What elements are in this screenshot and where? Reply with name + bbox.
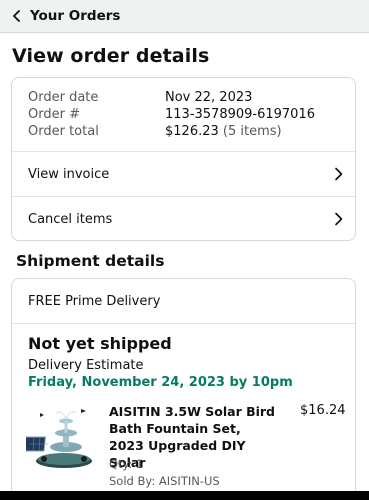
order-date-label: Order date bbox=[28, 90, 99, 105]
order-info: Order date Nov 22, 2023 Order # 113-3578… bbox=[12, 78, 355, 152]
chevron-right-icon bbox=[335, 212, 343, 226]
product-quantity: Qty: 1 bbox=[109, 457, 144, 471]
shipment-card: FREE Prime Delivery Not yet shipped Deli… bbox=[11, 278, 356, 500]
order-date-value: Nov 22, 2023 bbox=[165, 90, 253, 105]
solar-fountain-product-image[interactable] bbox=[26, 403, 96, 471]
order-number-value: 113-3578909-6197016 bbox=[165, 107, 315, 122]
order-total-label: Order total bbox=[28, 124, 99, 139]
order-summary-card: Order date Nov 22, 2023 Order # 113-3578… bbox=[11, 77, 356, 241]
order-total-value-group: $126.23 (5 items) bbox=[165, 123, 282, 140]
page-title: View order details bbox=[12, 45, 210, 67]
delivery-type-label: FREE Prime Delivery bbox=[28, 293, 161, 309]
chevron-left-icon bbox=[13, 10, 20, 22]
order-total-value: $126.23 bbox=[165, 124, 219, 139]
back-to-orders-button[interactable]: Your Orders bbox=[0, 0, 120, 32]
delivery-estimate-label: Delivery Estimate bbox=[28, 358, 144, 373]
view-invoice-label: View invoice bbox=[28, 166, 110, 182]
order-item-count: (5 items) bbox=[222, 124, 282, 139]
page: Your Orders View order details Order dat… bbox=[0, 0, 369, 500]
shipment-section-title: Shipment details bbox=[16, 252, 165, 270]
shipment-status: Not yet shipped bbox=[28, 334, 172, 353]
product-price: $16.24 bbox=[300, 403, 346, 418]
back-button-label: Your Orders bbox=[30, 8, 121, 24]
cancel-items-row[interactable]: Cancel items bbox=[12, 197, 355, 240]
bottom-system-bar bbox=[0, 491, 369, 500]
cancel-items-label: Cancel items bbox=[28, 211, 113, 227]
delivery-type-header: FREE Prime Delivery bbox=[12, 279, 355, 324]
chevron-right-icon bbox=[335, 167, 343, 181]
product-seller: Sold By: AISITIN-US bbox=[109, 474, 220, 488]
delivery-estimate-date: Friday, November 24, 2023 by 10pm bbox=[28, 375, 293, 390]
order-number-label: Order # bbox=[28, 107, 80, 122]
top-nav-bar: Your Orders bbox=[0, 0, 369, 33]
view-invoice-row[interactable]: View invoice bbox=[12, 152, 355, 197]
